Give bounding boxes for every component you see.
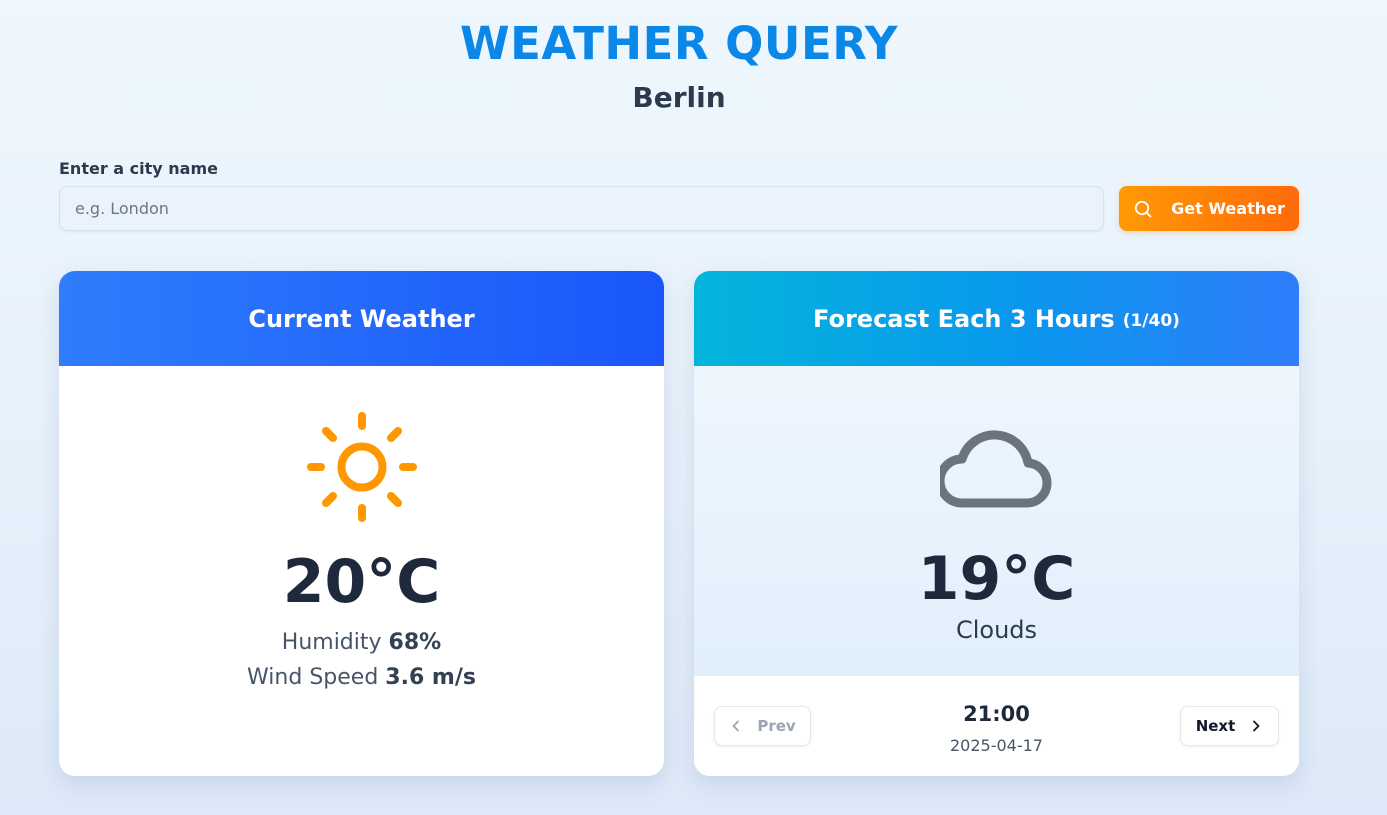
forecast-title: Forecast Each 3 Hours: [813, 304, 1115, 333]
current-temperature: 20°C: [282, 547, 441, 617]
get-weather-button[interactable]: Get Weather: [1119, 186, 1299, 231]
forecast-temperature: 19°C: [917, 544, 1076, 614]
current-weather-header: Current Weather: [59, 271, 664, 366]
forecast-card: Forecast Each 3 Hours (1/40) 19°C Clouds…: [694, 271, 1299, 776]
forecast-footer: Prev 21:00 2025-04-17 Next: [694, 676, 1299, 776]
humidity-label: Humidity: [281, 630, 382, 655]
city-input-label: Enter a city name: [59, 159, 218, 178]
get-weather-label: Get Weather: [1171, 199, 1285, 218]
city-input[interactable]: [59, 186, 1104, 231]
next-label: Next: [1195, 717, 1236, 735]
city-title: Berlin: [632, 81, 726, 114]
chevron-right-icon: [1249, 719, 1263, 733]
app-title: WEATHER QUERY: [460, 17, 898, 70]
current-weather-title: Current Weather: [248, 304, 475, 333]
cloud-icon: [940, 430, 1052, 508]
wind-speed-label: Wind Speed: [247, 665, 379, 690]
search-icon: [1133, 199, 1153, 219]
sun-icon: [307, 412, 417, 522]
forecast-condition: Clouds: [955, 616, 1038, 644]
wind-speed-line: Wind Speed 3.6 m/s: [59, 664, 664, 692]
next-button[interactable]: Next: [1180, 706, 1279, 746]
forecast-count: (1/40): [1122, 310, 1180, 331]
forecast-header: Forecast Each 3 Hours (1/40): [694, 271, 1299, 366]
current-weather-card: Current Weather 20°C Humidity 68% Wind S…: [59, 271, 664, 776]
humidity-value: 68%: [388, 630, 442, 655]
wind-speed-value: 3.6 m/s: [385, 665, 476, 690]
humidity-line: Humidity 68%: [59, 629, 664, 657]
